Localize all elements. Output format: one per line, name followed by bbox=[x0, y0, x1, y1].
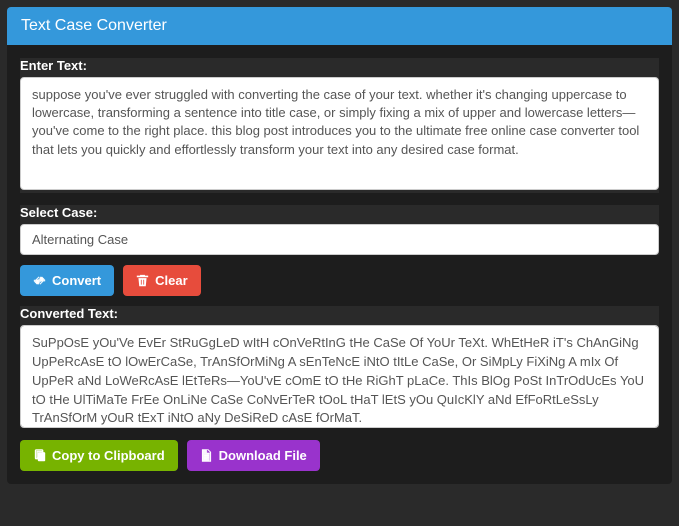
clear-button[interactable]: Clear bbox=[123, 265, 201, 296]
download-icon bbox=[200, 449, 213, 462]
case-select[interactable]: Alternating Case bbox=[20, 224, 659, 255]
copy-icon bbox=[33, 449, 46, 462]
input-section: Enter Text: bbox=[20, 58, 659, 193]
select-value: Alternating Case bbox=[32, 232, 128, 247]
convert-icon bbox=[33, 274, 46, 287]
action-row: Convert Clear bbox=[20, 265, 659, 296]
download-button[interactable]: Download File bbox=[187, 440, 320, 471]
copy-button[interactable]: Copy to Clipboard bbox=[20, 440, 178, 471]
copy-label: Copy to Clipboard bbox=[52, 448, 165, 463]
output-section: Converted Text: SuPpOsE yOu'Ve EvEr StRu… bbox=[20, 306, 659, 428]
output-label: Converted Text: bbox=[20, 306, 659, 321]
clear-label: Clear bbox=[155, 273, 188, 288]
output-textarea[interactable]: SuPpOsE yOu'Ve EvEr StRuGgLeD wItH cOnVe… bbox=[20, 325, 659, 428]
trash-icon bbox=[136, 274, 149, 287]
footer-row: Copy to Clipboard Download File bbox=[20, 440, 659, 471]
input-label: Enter Text: bbox=[20, 58, 659, 73]
convert-label: Convert bbox=[52, 273, 101, 288]
panel-title: Text Case Converter bbox=[7, 7, 672, 45]
download-label: Download File bbox=[219, 448, 307, 463]
select-label: Select Case: bbox=[20, 205, 659, 220]
input-textarea[interactable] bbox=[20, 77, 659, 190]
main-panel: Text Case Converter Enter Text: Select C… bbox=[7, 7, 672, 484]
convert-button[interactable]: Convert bbox=[20, 265, 114, 296]
panel-body: Enter Text: Select Case: Alternating Cas… bbox=[7, 45, 672, 484]
select-section: Select Case: Alternating Case bbox=[20, 205, 659, 255]
